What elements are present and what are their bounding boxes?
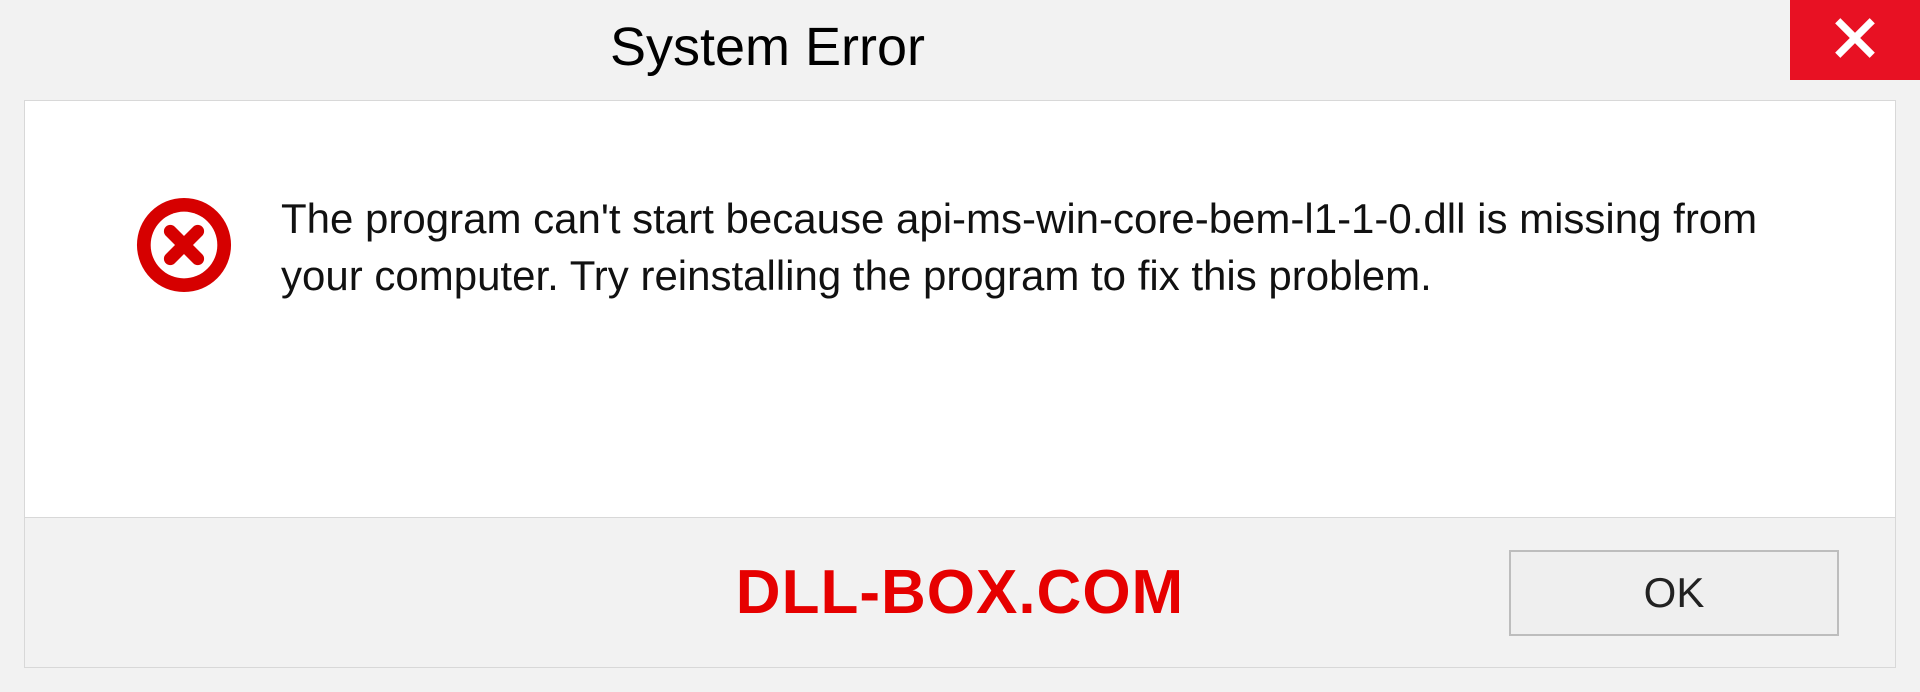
error-icon bbox=[135, 196, 233, 299]
ok-button[interactable]: OK bbox=[1509, 550, 1839, 636]
close-icon bbox=[1833, 16, 1877, 65]
message-row: The program can't start because api-ms-w… bbox=[25, 101, 1895, 344]
error-message: The program can't start because api-ms-w… bbox=[281, 191, 1761, 304]
titlebar: System Error bbox=[0, 0, 1920, 90]
close-button[interactable] bbox=[1790, 0, 1920, 80]
dialog-title: System Error bbox=[610, 16, 925, 78]
watermark-text: DLL-BOX.COM bbox=[736, 557, 1184, 628]
dialog-content-panel: The program can't start because api-ms-w… bbox=[24, 100, 1896, 668]
dialog-footer: DLL-BOX.COM OK bbox=[25, 517, 1895, 667]
